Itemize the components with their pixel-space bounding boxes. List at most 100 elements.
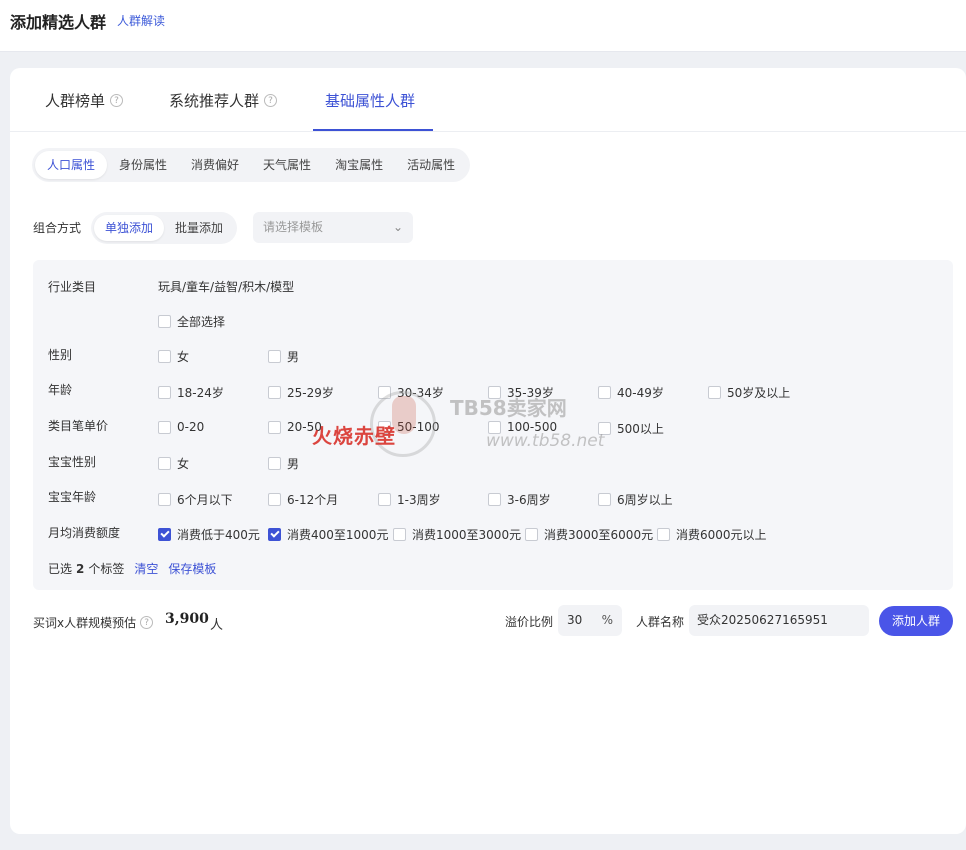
option-label: 男: [287, 350, 300, 364]
subtab-activity[interactable]: 活动属性: [395, 151, 467, 179]
checkbox-icon: [158, 493, 171, 506]
option-label: 消费低于400元: [177, 528, 260, 542]
checkbox-checked-icon: [268, 528, 281, 541]
checkbox-icon: [158, 457, 171, 470]
subtab-identity[interactable]: 身份属性: [107, 151, 179, 179]
option-label: 女: [177, 457, 190, 471]
crowd-name-input[interactable]: 受众20250627165951: [689, 605, 869, 636]
summary-prefix: 已选: [48, 562, 73, 576]
watermark-brand: 火烧赤壁: [312, 424, 396, 448]
tab-crowd-ranking[interactable]: 人群榜单 ?: [45, 90, 124, 111]
price-option[interactable]: 500以上: [598, 420, 664, 437]
select-all-checkbox[interactable]: 全部选择: [158, 313, 225, 330]
age-option[interactable]: 40-49岁: [598, 384, 664, 401]
gender-option[interactable]: 男: [268, 348, 299, 365]
estimate-label: 买词x人群规模预估 ?: [33, 614, 154, 631]
checkbox-icon: [708, 386, 721, 399]
option-label: 0-20: [177, 420, 205, 434]
checkbox-icon: [158, 420, 171, 434]
option-label: 500以上: [617, 422, 664, 436]
tab-label: 基础属性人群: [325, 92, 416, 110]
option-label: 3-6周岁: [507, 493, 551, 507]
subtab-bar: 人口属性 身份属性 消费偏好 天气属性 淘宝属性 活动属性: [32, 148, 471, 182]
age-label: 年龄: [48, 383, 73, 397]
option-label: 全部选择: [177, 315, 226, 329]
help-icon[interactable]: ?: [110, 94, 124, 107]
add-crowd-button[interactable]: 添加人群: [879, 606, 953, 636]
page-title: 添加精选人群: [10, 13, 107, 32]
selected-count: 2: [76, 561, 85, 576]
baby-age-option[interactable]: 6周岁以上: [598, 491, 673, 508]
industry-value: 玩具/童车/益智/积木/模型: [158, 280, 295, 294]
save-template-link[interactable]: 保存模板: [168, 560, 216, 577]
gender-label: 性别: [48, 348, 73, 362]
gender-option[interactable]: 女: [158, 348, 189, 365]
help-icon[interactable]: ?: [264, 94, 278, 107]
option-label: 消费3000至6000元: [544, 528, 654, 542]
option-label: 消费1000至3000元: [412, 528, 522, 542]
checkbox-icon: [268, 386, 281, 399]
option-label: 6周岁以上: [617, 493, 673, 507]
baby-gender-option[interactable]: 女: [158, 455, 189, 472]
option-label: 6个月以下: [177, 493, 233, 507]
summary-suffix: 个标签: [88, 562, 125, 576]
template-select[interactable]: 请选择模板 ⌄: [253, 212, 413, 243]
checkbox-checked-icon: [158, 528, 171, 541]
checkbox-icon: [268, 457, 281, 470]
price-option[interactable]: 0-20: [158, 420, 204, 434]
estimate-label-text: 买词x人群规模预估: [33, 616, 137, 630]
premium-input[interactable]: 30 %: [558, 605, 622, 636]
subtab-taobao[interactable]: 淘宝属性: [323, 151, 395, 179]
tab-label: 系统推荐人群: [169, 92, 260, 110]
estimate-unit: 人: [210, 618, 224, 633]
option-label: 女: [177, 350, 190, 364]
baby-age-option[interactable]: 6个月以下: [158, 491, 233, 508]
tab-basic-attributes[interactable]: 基础属性人群: [325, 90, 415, 111]
checkbox-icon: [525, 528, 538, 541]
active-tab-indicator: [313, 129, 433, 131]
batch-add-option[interactable]: 批量添加: [164, 215, 234, 241]
subtab-consumption[interactable]: 消费偏好: [179, 151, 251, 179]
baby-age-label: 宝宝年龄: [48, 490, 97, 504]
estimate-value: 3,900: [165, 611, 209, 627]
option-label: 18-24岁: [177, 386, 224, 400]
option-label: 40-49岁: [617, 386, 664, 400]
option-label: 男: [287, 457, 300, 471]
subtab-weather[interactable]: 天气属性: [251, 151, 323, 179]
crowd-interpretation-link[interactable]: 人群解读: [117, 12, 165, 29]
baby-age-option[interactable]: 1-3周岁: [378, 491, 441, 508]
watermark-url: www.tb58.net: [486, 431, 605, 451]
checkbox-icon: [158, 315, 171, 328]
age-option[interactable]: 50岁及以上: [708, 384, 790, 401]
checkbox-icon: [158, 386, 171, 399]
option-label: 50岁及以上: [727, 386, 791, 400]
checkbox-icon: [598, 493, 611, 506]
premium-value: 30: [567, 613, 583, 627]
top-bar: 添加精选人群 人群解读: [0, 0, 966, 52]
option-label: 1-3周岁: [397, 493, 441, 507]
checkbox-icon: [378, 493, 391, 506]
baby-age-option[interactable]: 6-12个月: [268, 491, 338, 508]
help-icon[interactable]: ?: [140, 616, 154, 629]
bottom-bar: 买词x人群规模预估 ? 3,900 人 溢价比例 30 % 人群名称 受众202…: [10, 605, 966, 637]
spend-option[interactable]: 消费1000至3000元: [393, 526, 521, 543]
spend-option[interactable]: 消费3000至6000元: [525, 526, 653, 543]
age-option[interactable]: 25-29岁: [268, 384, 334, 401]
spend-option[interactable]: 消费低于400元: [158, 526, 260, 543]
single-add-option[interactable]: 单独添加: [94, 215, 165, 241]
clear-link[interactable]: 清空: [134, 560, 158, 577]
checkbox-icon: [488, 493, 501, 506]
industry-label: 行业类目: [48, 280, 97, 294]
baby-age-option[interactable]: 3-6周岁: [488, 491, 551, 508]
option-label: 25-29岁: [287, 386, 334, 400]
subtab-demographics[interactable]: 人口属性: [35, 151, 108, 179]
template-placeholder: 请选择模板: [263, 220, 324, 234]
baby-gender-option[interactable]: 男: [268, 455, 299, 472]
watermark-site: TB58卖家网: [450, 396, 567, 420]
spend-option[interactable]: 消费6000元以上: [657, 526, 767, 543]
age-option[interactable]: 18-24岁: [158, 384, 224, 401]
tab-system-recommend[interactable]: 系统推荐人群 ?: [169, 90, 278, 111]
spend-option[interactable]: 消费400至1000元: [268, 526, 388, 543]
checkbox-icon: [657, 528, 670, 541]
checkbox-icon: [158, 350, 171, 363]
